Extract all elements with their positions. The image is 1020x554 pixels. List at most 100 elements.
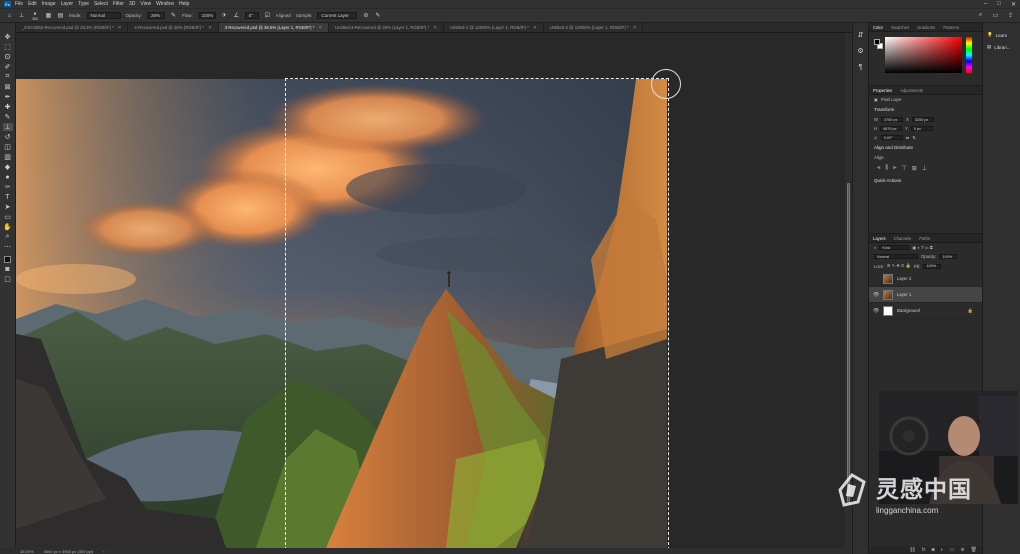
tab-doc-2[interactable]: 4-Recovered.psd @ 25% (RGB/8*) * ✕ <box>128 23 219 32</box>
align-center-icon[interactable]: ⫼ <box>885 165 888 172</box>
width-field[interactable]: 3750 px <box>880 117 903 122</box>
hand-tool-icon[interactable]: ✋ <box>3 223 13 231</box>
status-arrow-icon[interactable]: › <box>103 549 104 554</box>
flow-field[interactable]: 100% <box>197 12 216 19</box>
close-tab-icon[interactable]: ✕ <box>633 25 637 31</box>
layer-opacity-field[interactable]: 100% <box>939 254 958 259</box>
layer-row[interactable]: 👁 Background 🔒 <box>869 303 983 319</box>
tab-adjustments[interactable]: Adjustments <box>896 88 927 93</box>
dodge-tool-icon[interactable]: ● <box>3 173 13 181</box>
frame-tool-icon[interactable]: ⊠ <box>3 83 13 91</box>
hue-slider[interactable] <box>966 37 972 73</box>
new-layer-icon[interactable]: ⊕ <box>960 547 964 553</box>
layer-row[interactable]: Layer 2 <box>869 271 983 287</box>
x-field[interactable]: 3200 px <box>911 117 934 122</box>
y-field[interactable]: 0 px <box>910 126 933 131</box>
workspace-icon[interactable]: ▭ <box>992 12 999 19</box>
close-tab-icon[interactable]: ✕ <box>533 25 537 31</box>
menu-window[interactable]: Window <box>156 1 174 7</box>
clone-source-icon[interactable]: ▤ <box>57 12 64 19</box>
aligned-checkbox[interactable]: ☑ <box>264 12 271 19</box>
quick-select-tool-icon[interactable]: ✐ <box>3 63 13 71</box>
properties-icon[interactable]: ⚙ <box>856 47 866 55</box>
brush-settings-icon[interactable]: ▦ <box>45 12 52 19</box>
history-brush-tool-icon[interactable]: ↺ <box>3 133 13 141</box>
menu-select[interactable]: Select <box>94 1 108 7</box>
align-top-icon[interactable]: ⊤ <box>902 165 907 172</box>
close-tab-icon[interactable]: ✕ <box>208 25 212 31</box>
tab-doc-6[interactable]: Untitled-2 @ 12000% (Layer 1, RGB/8*) * ✕ <box>543 23 644 32</box>
tab-color[interactable]: Color <box>869 25 887 30</box>
pen-tool-icon[interactable]: ✑ <box>3 183 13 191</box>
angle-field[interactable]: 0,00° <box>880 135 903 140</box>
align-bottom-icon[interactable]: ⊥ <box>922 165 927 172</box>
tab-doc-1[interactable]: _DSC6862-Recovered.psd @ 33,3% (RGB/8*) … <box>16 23 129 32</box>
type-tool-icon[interactable]: T <box>3 193 13 201</box>
mode-select[interactable]: Normal <box>86 12 121 19</box>
menu-3d[interactable]: 3D <box>129 1 135 7</box>
menu-filter[interactable]: Filter <box>113 1 124 7</box>
gradient-tool-icon[interactable]: ▥ <box>3 153 13 161</box>
transform-heading[interactable]: Transform <box>869 104 983 115</box>
tab-properties[interactable]: Properties <box>869 88 896 93</box>
screen-mode-icon[interactable]: ▢ <box>3 275 13 283</box>
pressure-opacity-icon[interactable]: ✎ <box>170 12 177 19</box>
tab-layers[interactable]: Layers <box>869 236 890 241</box>
link-layers-icon[interactable]: ⛓ <box>909 547 915 553</box>
healing-brush-tool-icon[interactable]: ✚ <box>3 103 13 111</box>
blend-mode-select[interactable]: Normal <box>874 254 918 259</box>
brush-preview-icon[interactable]: ● 360 <box>30 11 40 21</box>
align-middle-icon[interactable]: ⊞ <box>912 165 917 172</box>
blur-tool-icon[interactable]: ◆ <box>3 163 13 171</box>
fx-icon[interactable]: fx <box>922 547 926 553</box>
layer-row[interactable]: 👁 Layer 1 <box>869 287 983 303</box>
foreground-color-chip[interactable] <box>874 39 880 45</box>
flip-vertical-icon[interactable]: ⇅ <box>912 135 916 140</box>
paragraph-icon[interactable]: ¶ <box>856 63 866 71</box>
group-icon[interactable]: ▭ <box>950 547 955 553</box>
close-tab-icon[interactable]: ✕ <box>433 25 437 31</box>
add-mask-icon[interactable]: ◙ <box>932 547 935 553</box>
align-left-icon[interactable]: ⫷ <box>877 165 880 172</box>
layer-name[interactable]: Layer 2 <box>897 276 911 281</box>
eye-icon[interactable]: 👁 <box>873 292 879 298</box>
home-icon[interactable]: ⌂ <box>6 12 13 19</box>
adjustment-layer-icon[interactable]: ◐ <box>941 547 944 553</box>
foreground-color-swatch[interactable] <box>4 256 11 263</box>
more-tools-icon[interactable]: ⋯ <box>3 243 13 251</box>
eyedropper-tool-icon[interactable]: ✒ <box>3 93 13 101</box>
lock-icon[interactable]: 🔒 <box>968 308 973 314</box>
tab-doc-4[interactable]: Untitled-3-Recovered @ 25% (Layer 1, RGB… <box>329 23 444 32</box>
menu-file[interactable]: File <box>15 1 23 7</box>
path-select-tool-icon[interactable]: ➤ <box>3 203 13 211</box>
sample-select[interactable]: Current Layer <box>317 12 358 19</box>
move-tool-icon[interactable]: ✥ <box>3 33 13 41</box>
share-icon[interactable]: ⇪ <box>1007 12 1014 19</box>
pressure-size-icon[interactable]: ✎ <box>374 12 381 19</box>
marquee-tool-icon[interactable]: ⬚ <box>3 43 13 51</box>
maximize-icon[interactable]: □ <box>997 1 1001 7</box>
tab-patterns[interactable]: Patterns <box>939 25 963 30</box>
flip-horizontal-icon[interactable]: ⇆ <box>906 135 910 140</box>
airbrush-icon[interactable]: ✈ <box>221 12 228 19</box>
zoom-level[interactable]: 38,59% <box>20 549 34 554</box>
color-picker-field[interactable] <box>885 37 962 73</box>
fill-field[interactable]: 100% <box>923 263 942 269</box>
height-field[interactable]: 4875 px <box>880 126 903 131</box>
menu-image[interactable]: Image <box>42 1 56 7</box>
tab-doc-3[interactable]: 3-Recovered.psd @ 38,6% (Layer 1, RGB/8*… <box>218 23 330 32</box>
rectangle-tool-icon[interactable]: ▭ <box>3 213 13 221</box>
minimize-icon[interactable]: – <box>984 1 987 7</box>
menu-edit[interactable]: Edit <box>28 1 37 7</box>
align-heading[interactable]: Align and Distribute <box>869 142 983 153</box>
close-tab-icon[interactable]: ✕ <box>118 25 122 31</box>
align-right-icon[interactable]: ⫸ <box>893 165 896 172</box>
clone-stamp-tool-icon[interactable]: ⊥ <box>2 123 13 131</box>
libraries-button[interactable]: ▤ Librari... <box>983 41 1020 53</box>
quick-actions-heading[interactable]: Quick Actions <box>869 175 983 186</box>
layer-name[interactable]: Layer 1 <box>897 292 911 297</box>
eye-icon[interactable]: 👁 <box>873 308 879 314</box>
lasso-tool-icon[interactable]: ʘ <box>3 53 13 61</box>
learn-button[interactable]: 💡 Learn <box>983 29 1020 41</box>
ignore-adjustment-icon[interactable]: ⊘ <box>362 12 369 19</box>
